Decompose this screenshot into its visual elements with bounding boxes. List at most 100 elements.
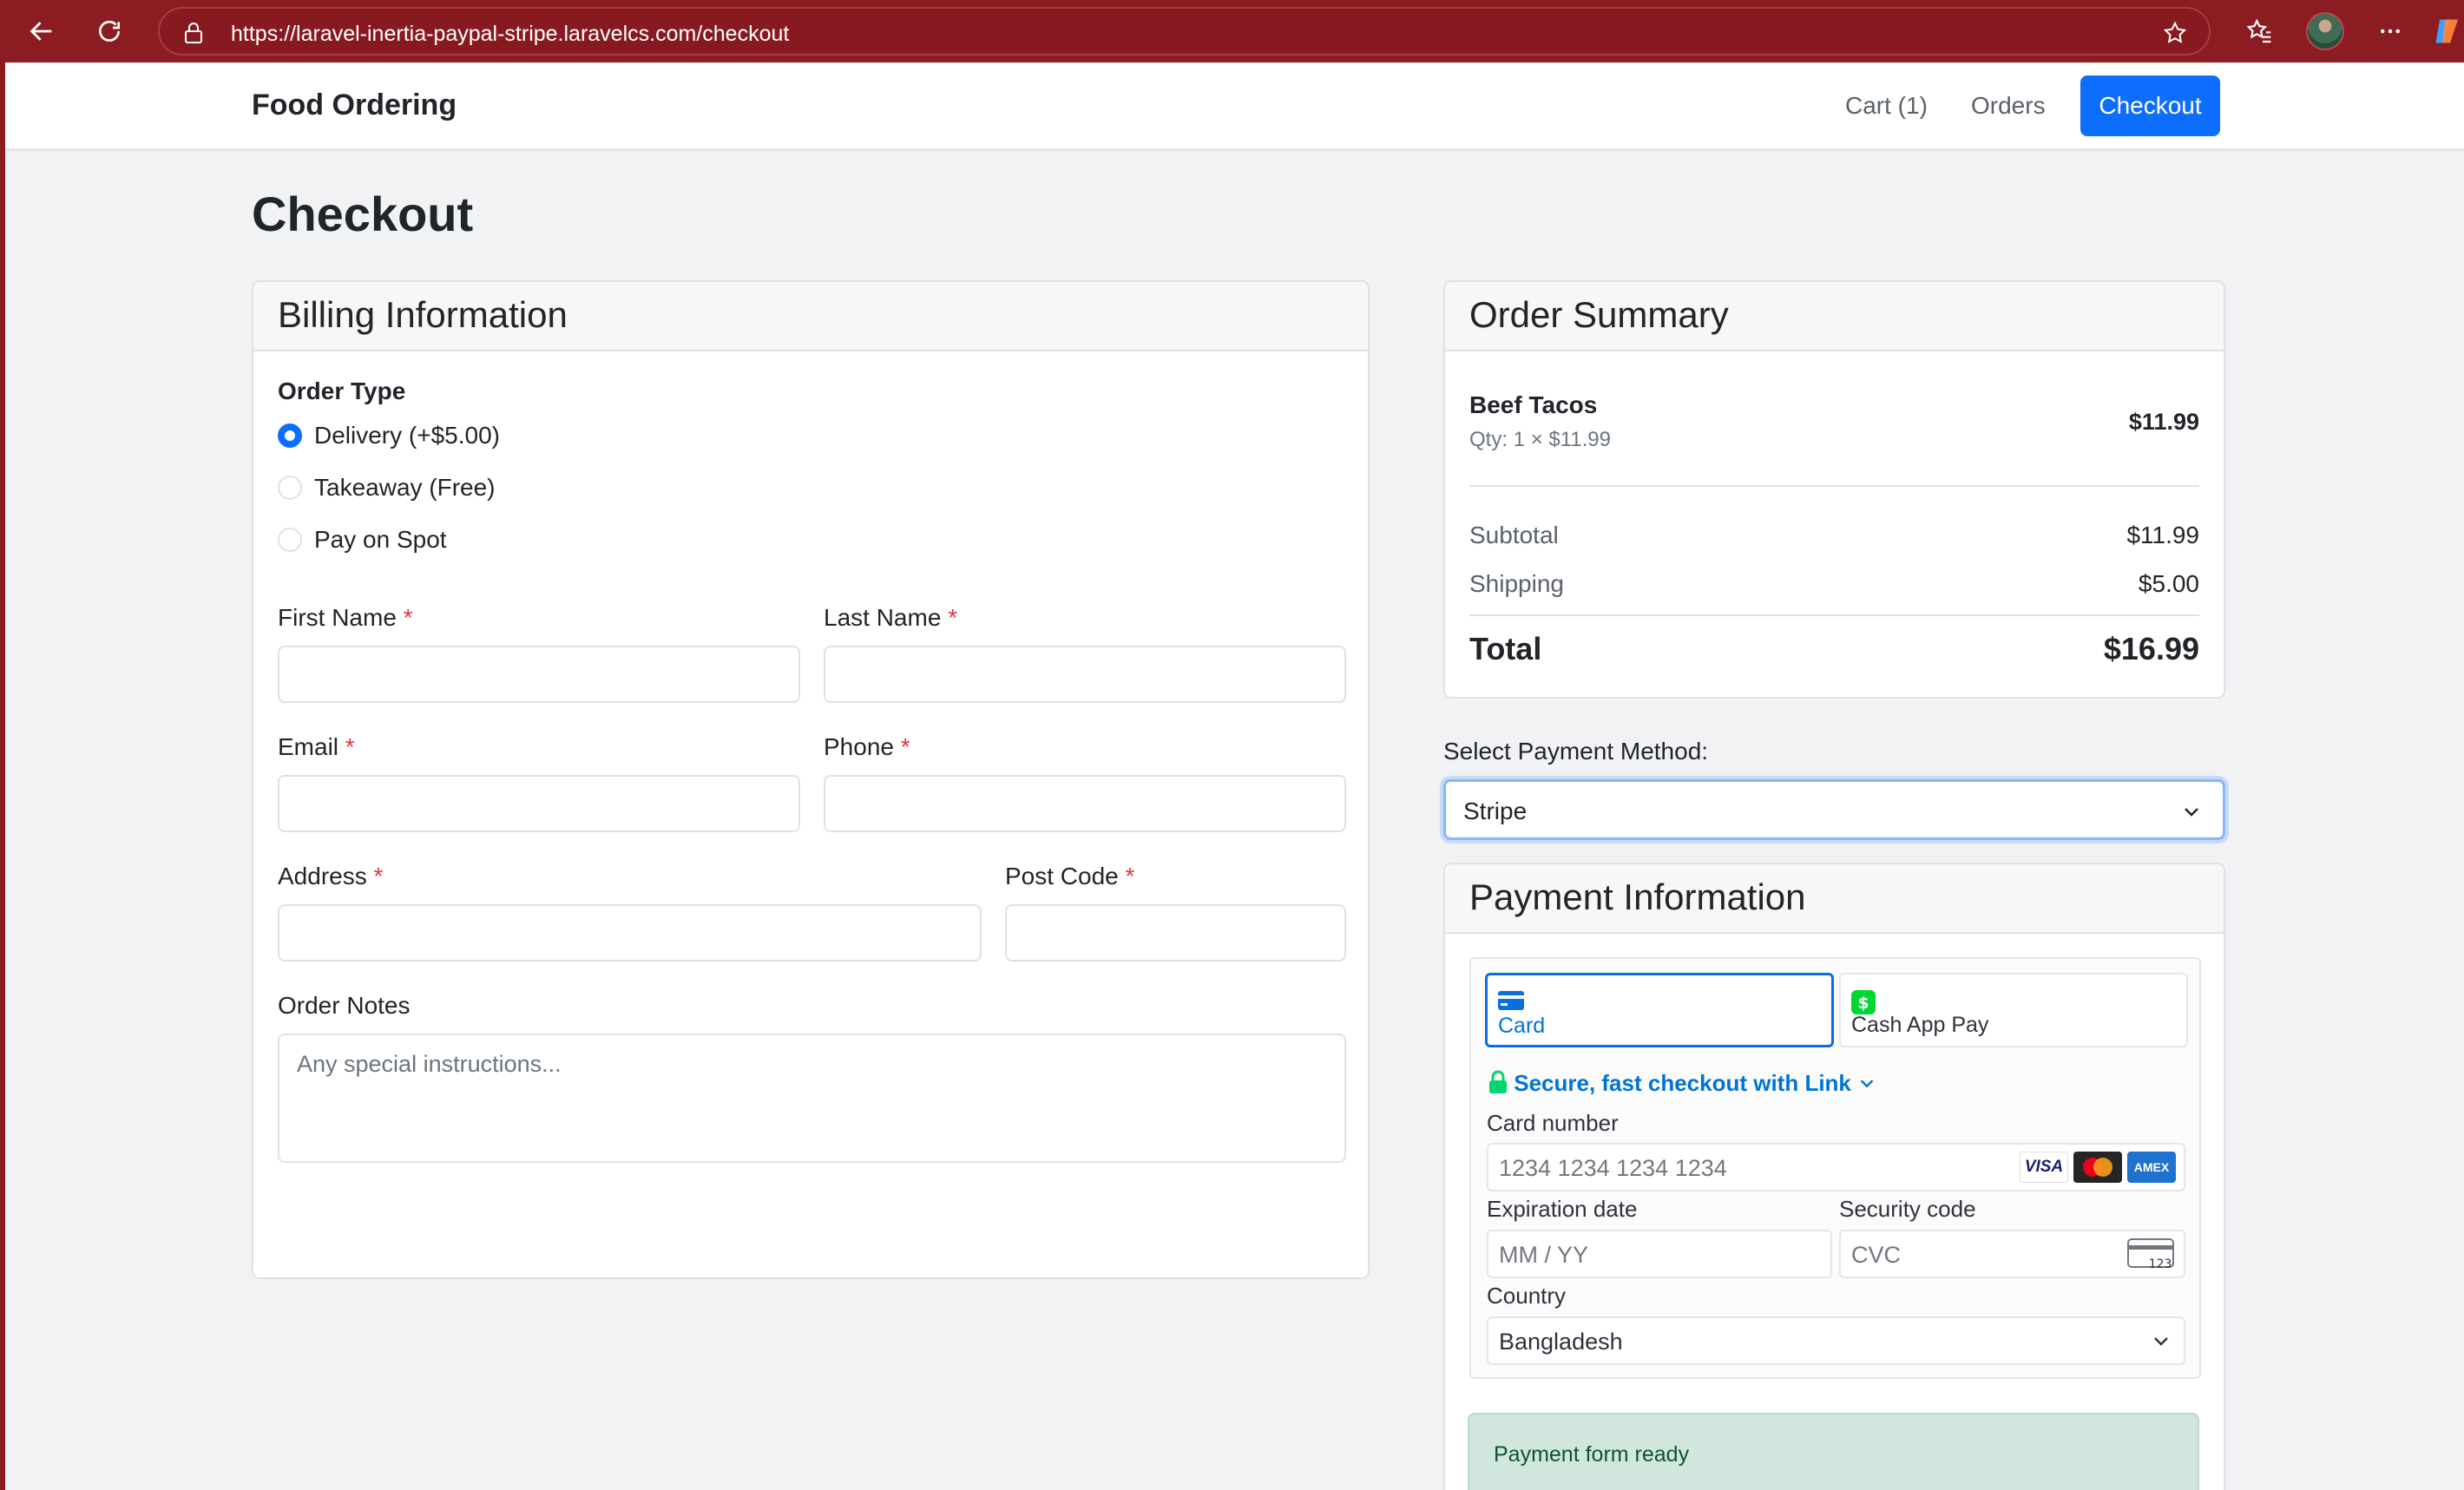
- shipping-row: Shipping $5.00: [1469, 570, 2199, 598]
- email-label-text: Email: [278, 733, 339, 760]
- order-type-pay-on-spot-label[interactable]: Pay on Spot: [314, 526, 447, 554]
- summary-total-divider: [1469, 614, 2199, 616]
- order-type-delivery-label[interactable]: Delivery (+$5.00): [314, 422, 500, 450]
- address-input[interactable]: [278, 904, 982, 962]
- phone-input[interactable]: [824, 775, 1346, 832]
- back-icon[interactable]: [19, 9, 64, 54]
- favorites-icon[interactable]: [2237, 9, 2282, 54]
- billing-card: Billing Information Order Type Delivery …: [252, 280, 1370, 1279]
- first-name-input[interactable]: [278, 646, 800, 703]
- country-select[interactable]: Bangladesh: [1487, 1316, 2185, 1365]
- cvc-card-icon: 123: [2127, 1238, 2174, 1276]
- required-marker: *: [900, 733, 910, 760]
- shipping-value: $5.00: [2138, 570, 2199, 597]
- order-notes-textarea[interactable]: Any special instructions...: [278, 1034, 1346, 1163]
- nav-checkout-button[interactable]: Checkout: [2080, 75, 2220, 136]
- post-code-label: Post Code *: [1005, 863, 1134, 890]
- cart-item-price: $11.99: [2128, 409, 2199, 435]
- card-brand-logos: VISA AMEX: [2020, 1152, 2176, 1183]
- post-code-input[interactable]: [1005, 904, 1346, 962]
- last-name-label-text: Last Name: [824, 604, 942, 631]
- billing-card-header: Billing Information: [253, 282, 1368, 351]
- required-marker: *: [345, 733, 355, 760]
- order-type-takeaway-label[interactable]: Takeaway (Free): [314, 474, 496, 502]
- address-bar[interactable]: https://laravel-inertia-paypal-stripe.la…: [158, 7, 2211, 56]
- cvc-icon-text: 123: [2149, 1257, 2172, 1271]
- order-type-pay-on-spot-radio[interactable]: [278, 528, 302, 552]
- payment-status-alert: Payment form ready: [1468, 1413, 2199, 1490]
- payment-method-selected-value: Stripe: [1463, 798, 1528, 824]
- payment-tab-card-label: Card: [1498, 1014, 1546, 1038]
- card-icon: [1498, 991, 1524, 1014]
- subtotal-value: $11.99: [2126, 522, 2199, 548]
- first-name-label: First Name *: [278, 604, 413, 632]
- chevron-down-icon: [2151, 1330, 2172, 1357]
- link-checkout-text: Secure, fast checkout with Link: [1514, 1070, 1851, 1096]
- favorite-star-icon[interactable]: [2162, 20, 2188, 50]
- more-options-icon[interactable]: [2368, 9, 2413, 54]
- shipping-label: Shipping: [1469, 570, 1564, 597]
- total-value: $16.99: [2103, 631, 2199, 666]
- cart-item-quantity: Qty: 1 × $11.99: [1469, 428, 1611, 451]
- expiry-input[interactable]: MM / YY: [1487, 1230, 1832, 1278]
- chevron-down-icon: [2181, 801, 2202, 826]
- total-row: Total $16.99: [1469, 631, 2199, 667]
- first-name-label-text: First Name: [278, 604, 397, 631]
- payment-method-select[interactable]: Stripe: [1443, 779, 2225, 840]
- total-label: Total: [1469, 631, 1542, 666]
- svg-text:$: $: [1857, 994, 1869, 1013]
- brand-logo-text[interactable]: Food Ordering: [252, 89, 457, 122]
- expiry-label: Expiration date: [1487, 1196, 1638, 1222]
- browser-toolbar: https://laravel-inertia-paypal-stripe.la…: [0, 0, 2464, 62]
- chevron-down-icon: [1857, 1072, 1876, 1099]
- visa-icon: VISA: [2020, 1152, 2068, 1183]
- nav-orders-link[interactable]: Orders: [1971, 92, 2046, 120]
- address-label: Address *: [278, 863, 383, 890]
- card-number-label: Card number: [1487, 1110, 1619, 1136]
- required-marker: *: [948, 604, 958, 631]
- top-navbar: Food Ordering Cart (1) Orders Checkout: [5, 62, 2464, 149]
- order-type-label: Order Type: [278, 377, 406, 404]
- order-summary-card: Order Summary Beef Tacos Qty: 1 × $11.99…: [1443, 280, 2225, 699]
- post-code-label-text: Post Code: [1005, 863, 1119, 889]
- payment-tab-card[interactable]: Card: [1485, 973, 1834, 1047]
- last-name-label: Last Name *: [824, 604, 957, 632]
- payment-method-label: Select Payment Method:: [1443, 738, 1709, 765]
- copilot-icon[interactable]: [2430, 9, 2464, 54]
- cvc-label: Security code: [1839, 1196, 1976, 1222]
- payment-tab-cash-app-label: Cash App Pay: [1851, 1013, 1989, 1037]
- page-viewport: Food Ordering Cart (1) Orders Checkout C…: [5, 62, 2464, 1490]
- page-title: Checkout: [252, 187, 474, 241]
- phone-label-text: Phone: [824, 733, 894, 760]
- order-notes-label: Order Notes: [278, 992, 411, 1019]
- payment-tab-cash-app[interactable]: $ Cash App Pay: [1839, 973, 2188, 1047]
- phone-label: Phone *: [824, 733, 910, 761]
- reload-icon[interactable]: [87, 9, 132, 54]
- subtotal-label: Subtotal: [1469, 522, 1559, 548]
- profile-avatar[interactable]: [2306, 12, 2344, 50]
- country-label: Country: [1487, 1283, 1567, 1309]
- payment-info-card: Payment Information Card $ Cash App Pay …: [1443, 863, 2225, 1490]
- address-url: https://laravel-inertia-paypal-stripe.la…: [231, 22, 790, 46]
- order-summary-header: Order Summary: [1445, 282, 2224, 351]
- address-label-text: Address: [278, 863, 367, 889]
- amex-icon: AMEX: [2127, 1152, 2176, 1183]
- summary-divider: [1469, 485, 2199, 487]
- country-selected-value: Bangladesh: [1499, 1329, 1623, 1355]
- subtotal-row: Subtotal $11.99: [1469, 522, 2199, 549]
- lock-icon: [184, 22, 203, 49]
- padlock-icon: [1488, 1070, 1508, 1100]
- email-input[interactable]: [278, 775, 800, 832]
- mastercard-icon: [2073, 1152, 2122, 1183]
- required-marker: *: [403, 604, 413, 631]
- order-type-delivery-radio[interactable]: [278, 423, 302, 448]
- required-marker: *: [1125, 863, 1135, 889]
- payment-info-header: Payment Information: [1445, 864, 2224, 934]
- order-type-takeaway-radio[interactable]: [278, 476, 302, 500]
- nav-cart-link[interactable]: Cart (1): [1845, 92, 1928, 120]
- stripe-payment-element: Card $ Cash App Pay Secure, fast checkou…: [1469, 957, 2201, 1379]
- cart-item-name: Beef Tacos: [1469, 391, 1598, 418]
- link-checkout-toggle[interactable]: Secure, fast checkout with Link: [1488, 1070, 1876, 1100]
- last-name-input[interactable]: [824, 646, 1346, 703]
- required-marker: *: [373, 863, 384, 889]
